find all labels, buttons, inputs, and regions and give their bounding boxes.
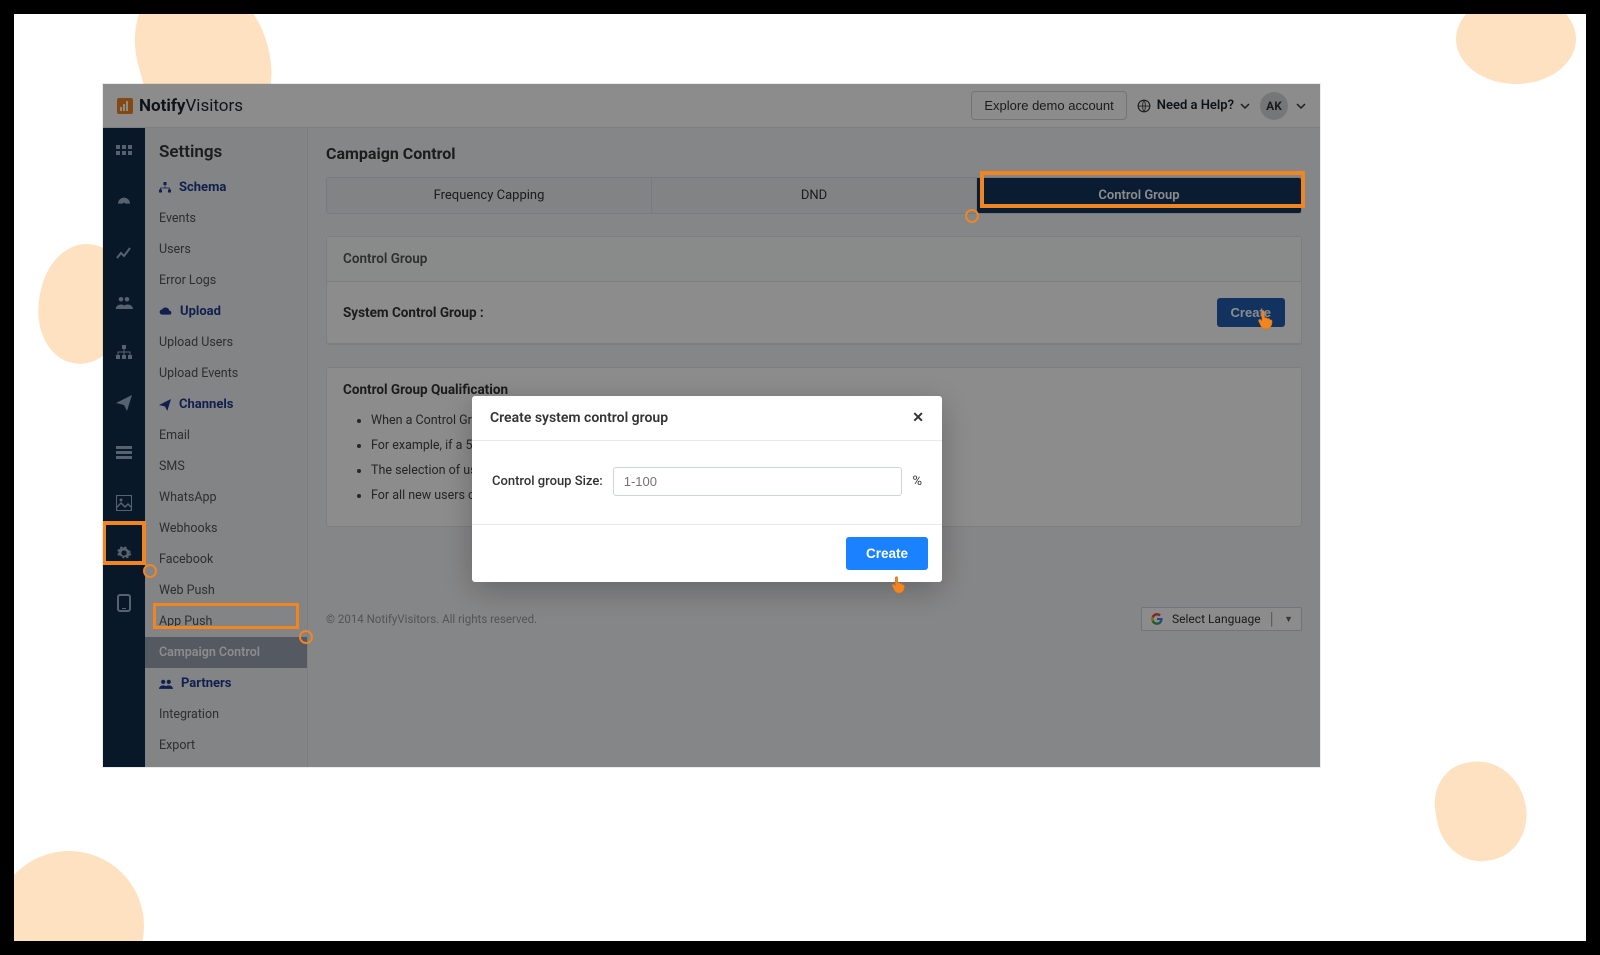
annotation-marker-1 [143,564,157,578]
modal-title: Create system control group [490,410,668,426]
modal-footer: Create [472,524,942,582]
annotation-marker-2 [299,630,313,644]
percent-label: % [912,474,922,489]
annotation-marker-3 [965,209,979,223]
modal-create-button[interactable]: Create [846,537,928,570]
control-size-label: Control group Size: [492,474,603,489]
modal-body: Control group Size: % [472,441,942,524]
control-size-input[interactable] [613,467,903,496]
modal-header: Create system control group ✕ [472,396,942,441]
create-control-group-modal: Create system control group ✕ Control gr… [472,396,942,582]
modal-close-button[interactable]: ✕ [912,410,924,426]
